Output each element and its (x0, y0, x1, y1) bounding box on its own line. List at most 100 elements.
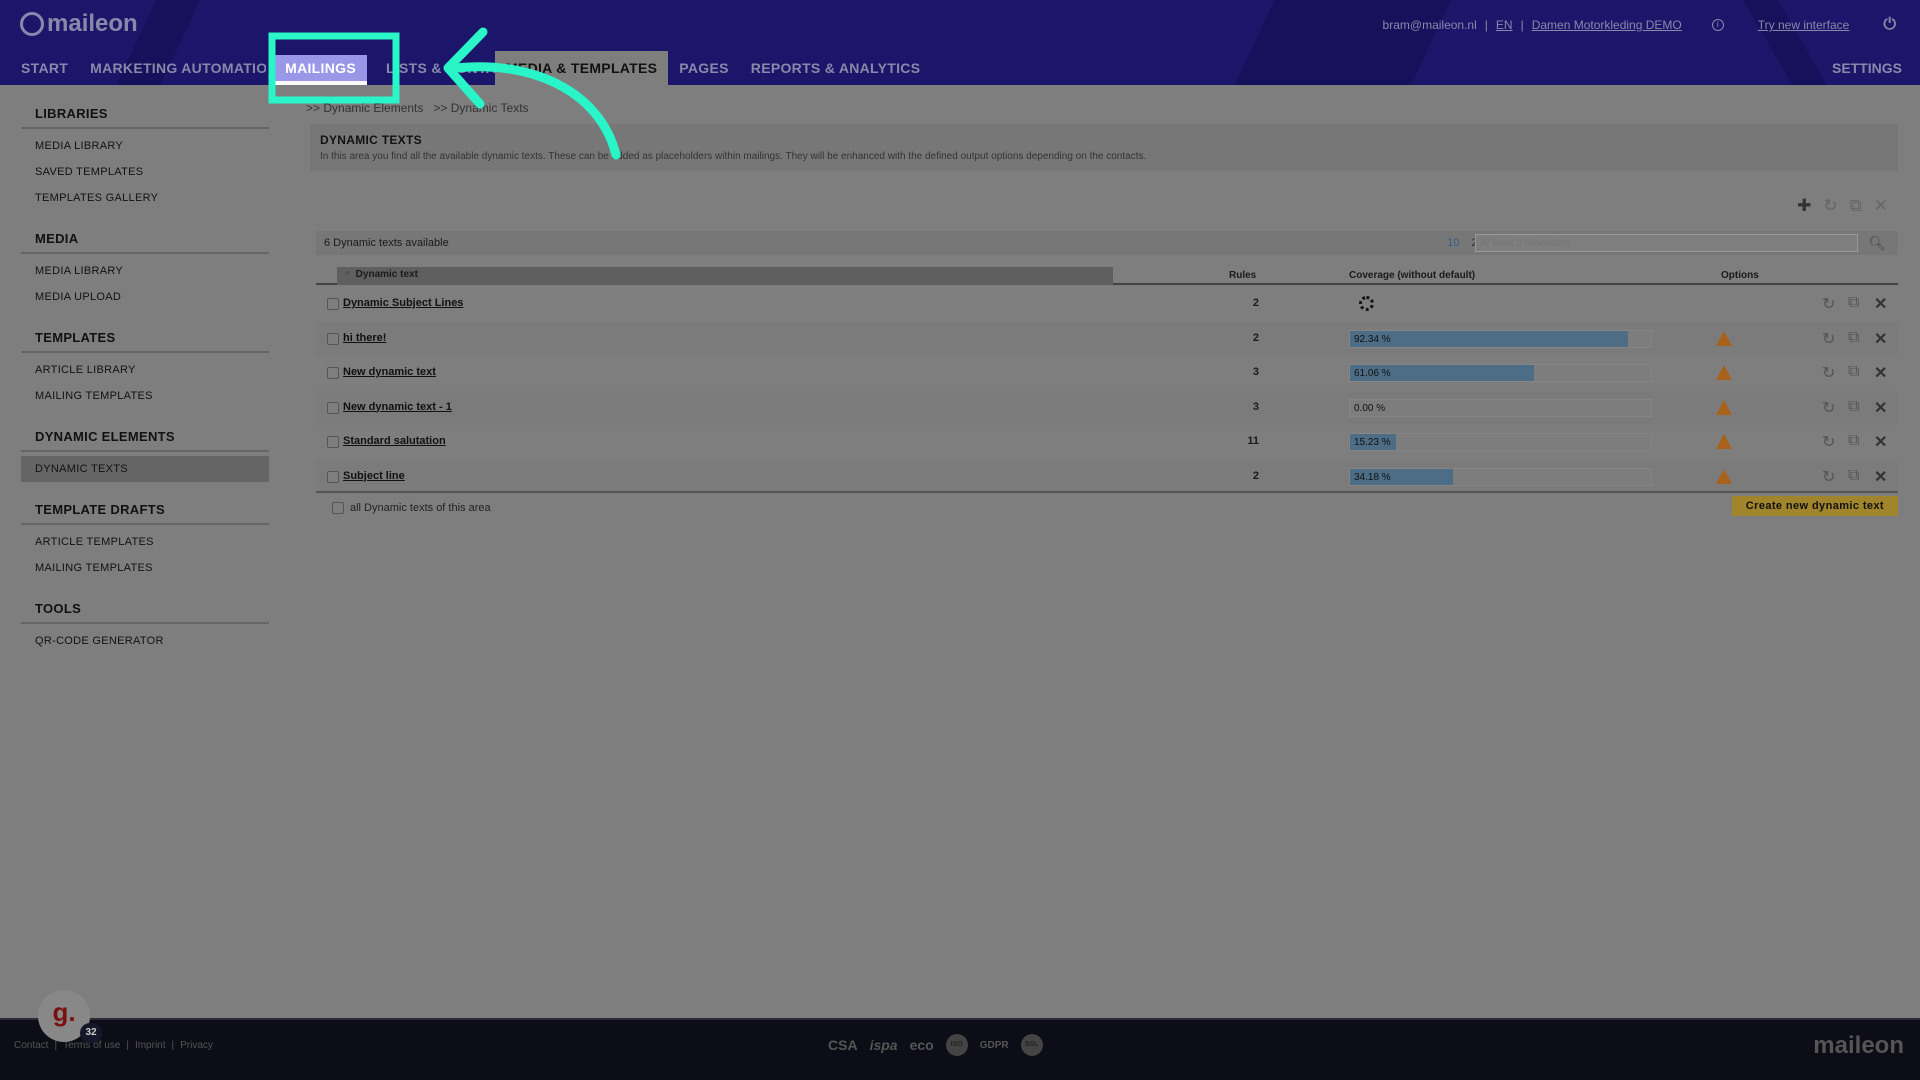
nav-marketing-automation[interactable]: MARKETING AUTOMATION (79, 51, 266, 85)
refresh-icon[interactable]: ↻ (1822, 467, 1835, 487)
delete-icon[interactable]: ✕ (1874, 363, 1887, 383)
sidebar-item-mailing-templates[interactable]: MAILING TEMPLATES (21, 383, 269, 409)
nav-media-templates[interactable]: MEDIA & TEMPLATES (494, 51, 669, 85)
rules-count: 2 (1252, 469, 1259, 482)
try-new-interface-link[interactable]: Try new interface (1758, 18, 1850, 32)
coverage-label: 61.06 % (1354, 368, 1391, 379)
delete-icon[interactable]: ✕ (1874, 294, 1887, 314)
delete-icon[interactable]: ✕ (1874, 398, 1887, 418)
sidebar-item-media-library-2[interactable]: MEDIA LIBRARY (21, 258, 269, 284)
coverage-bar-fill (1350, 330, 1628, 347)
column-rules: Rules (1229, 270, 1257, 281)
sidebar-section-templates: TEMPLATES (21, 324, 269, 353)
row-checkbox[interactable] (327, 298, 339, 310)
dynamic-text-link[interactable]: hi there! (343, 332, 386, 344)
sidebar-item-saved-templates[interactable]: SAVED TEMPLATES (21, 159, 269, 185)
page-description: In this area you find all the available … (320, 151, 1147, 162)
copy-icon[interactable]: ⧉ (1850, 196, 1862, 216)
coverage-bar: 0.00 % (1349, 398, 1652, 417)
user-email: bram@maileon.nl (1382, 18, 1477, 32)
sidebar-item-qr-code-generator[interactable]: QR-CODE GENERATOR (21, 628, 269, 654)
warning-icon (1716, 399, 1732, 415)
dynamic-text-link[interactable]: New dynamic text - 1 (343, 401, 452, 413)
sort-asc-icon: ^ (345, 270, 350, 279)
page-size-10[interactable]: 10 (1447, 237, 1459, 249)
sidebar-item-article-library[interactable]: ARTICLE LIBRARY (21, 357, 269, 383)
nav-start[interactable]: START (0, 51, 79, 85)
power-icon[interactable]: ⏻ (1883, 16, 1896, 34)
nav-mailings[interactable]: MAILINGS (274, 55, 367, 85)
footer-imprint[interactable]: Imprint (135, 1040, 166, 1051)
iso-logo: ISO (945, 1034, 968, 1056)
coverage-label: 15.23 % (1354, 437, 1391, 448)
create-dynamic-text-button[interactable]: Create new dynamic text (1731, 496, 1898, 516)
row-checkbox[interactable] (327, 332, 339, 345)
delete-icon[interactable]: ✕ (1874, 196, 1888, 216)
coverage-label: 0.00 % (1354, 402, 1386, 414)
row-checkbox[interactable] (327, 470, 339, 483)
copy-icon[interactable]: ⧉ (1848, 467, 1859, 485)
refresh-icon[interactable]: ↻ (1822, 329, 1835, 349)
row-checkbox[interactable] (327, 436, 339, 448)
search-icon[interactable]: 🔍︎ (1868, 235, 1886, 252)
refresh-icon[interactable]: ↻ (1822, 432, 1835, 452)
copy-icon[interactable]: ⧉ (1848, 363, 1859, 381)
delete-icon[interactable]: ✕ (1874, 467, 1887, 487)
delete-icon[interactable]: ✕ (1874, 432, 1887, 452)
info-box: DYNAMIC TEXTS In this area you find all … (310, 124, 1898, 171)
sidebar-item-media-library[interactable]: MEDIA LIBRARY (21, 133, 269, 159)
coverage-label: 34.18 % (1354, 471, 1391, 483)
csa-logo: CSA (828, 1037, 858, 1053)
footer-contact[interactable]: Contact (14, 1040, 48, 1051)
info-icon[interactable]: i (1711, 19, 1724, 31)
delete-icon[interactable]: ✕ (1874, 329, 1887, 349)
nav-settings[interactable]: SETTINGS (1832, 51, 1902, 85)
search-input[interactable] (1475, 234, 1858, 252)
maileon-logo[interactable]: maileon (20, 10, 138, 38)
notification-count-badge: 32 (80, 1023, 102, 1043)
sidebar-item-templates-gallery[interactable]: TEMPLATES GALLERY (21, 185, 269, 211)
rules-count: 11 (1247, 435, 1259, 447)
footer: Contact | Terms of use | Imprint | Privacy … (0, 1018, 1920, 1080)
dynamic-text-link[interactable]: New dynamic text (343, 366, 436, 378)
breadcrumb-dynamic-elements[interactable]: >> Dynamic Elements (306, 96, 423, 120)
coverage-bar: 92.34 % (1349, 329, 1652, 348)
select-all-label: all Dynamic texts of this area (350, 502, 491, 514)
copy-icon[interactable]: ⧉ (1848, 432, 1859, 450)
dynamic-text-link[interactable]: Standard salutation (343, 435, 446, 447)
copy-icon[interactable]: ⧉ (1848, 398, 1859, 416)
row-checkbox[interactable] (327, 401, 339, 414)
page-title: DYNAMIC TEXTS (320, 133, 422, 147)
footer-privacy[interactable]: Privacy (180, 1040, 213, 1051)
sidebar-item-dynamic-texts[interactable]: DYNAMIC TEXTS (21, 456, 269, 482)
sidebar-item-media-upload[interactable]: MEDIA UPLOAD (21, 284, 269, 310)
refresh-icon[interactable]: ↻ (1822, 363, 1835, 383)
refresh-icon[interactable]: ↻ (1822, 398, 1835, 418)
nav-reports-analytics[interactable]: REPORTS & ANALYTICS (740, 51, 932, 85)
table-row: Dynamic Subject Lines 2 ↻ ⧉ ✕ (316, 287, 1898, 321)
warning-icon (1716, 365, 1732, 380)
select-all-checkbox[interactable] (332, 502, 344, 514)
copy-icon[interactable]: ⧉ (1848, 329, 1859, 347)
row-checkbox[interactable] (327, 367, 339, 379)
column-dynamic-text[interactable]: ^ Dynamic text (337, 267, 1113, 285)
dynamic-text-link[interactable]: Subject line (343, 470, 405, 482)
sidebar-section-media: MEDIA (21, 225, 269, 254)
copy-icon[interactable]: ⧉ (1848, 294, 1859, 312)
breadcrumb-dynamic-texts[interactable]: >> Dynamic Texts (433, 96, 528, 120)
table-row: New dynamic text 3 61.06 % ↻ ⧉ ✕ (316, 356, 1898, 390)
table-footer: all Dynamic texts of this area Create ne… (316, 491, 1898, 521)
refresh-icon[interactable]: ↻ (1823, 196, 1837, 216)
nav-lists-contacts[interactable]: LISTS & CONTACTS (375, 51, 495, 85)
language-link[interactable]: EN (1496, 18, 1513, 32)
account-link[interactable]: Damen Motorkleding DEMO (1532, 18, 1682, 32)
dynamic-text-link[interactable]: Dynamic Subject Lines (343, 297, 463, 309)
sidebar-item-article-templates[interactable]: ARTICLE TEMPLATES (21, 529, 269, 555)
table-header: ^ Dynamic text Rules Coverage (without de… (316, 267, 1898, 285)
nav-pages[interactable]: PAGES (668, 51, 739, 85)
sidebar-item-mailing-templates-drafts[interactable]: MAILING TEMPLATES (21, 555, 269, 581)
column-options: Options (1721, 270, 1759, 281)
warning-icon (1716, 330, 1732, 346)
refresh-icon[interactable]: ↻ (1822, 294, 1835, 314)
add-icon[interactable]: ✚ (1797, 196, 1811, 216)
